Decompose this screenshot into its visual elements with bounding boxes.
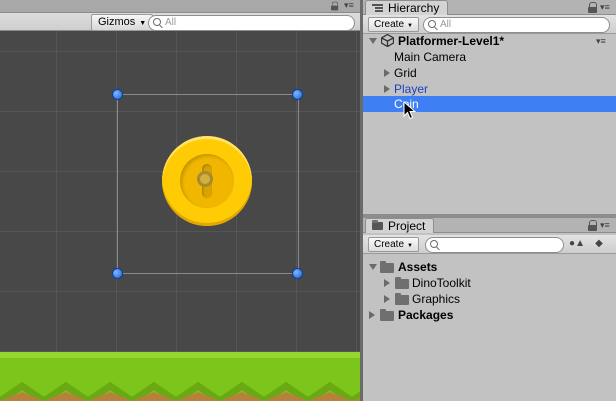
project-item-graphics[interactable]: Graphics <box>363 291 616 307</box>
folder-icon <box>380 309 394 321</box>
ground-grass-edge <box>0 352 360 358</box>
lock-icon[interactable] <box>330 1 339 11</box>
folder-icon <box>380 261 394 273</box>
folder-icon <box>395 293 409 305</box>
search-icon <box>428 20 436 28</box>
project-item-label: DinoToolkit <box>412 276 471 290</box>
hierarchy-item-player[interactable]: Player <box>363 81 616 97</box>
coin-sprite[interactable] <box>162 136 252 226</box>
project-item-label: Graphics <box>412 292 461 306</box>
project-tab-label: Project <box>388 219 426 233</box>
search-by-type-icon[interactable]: ●▲ <box>569 237 585 251</box>
rect-handle-top-left[interactable] <box>112 89 123 100</box>
search-by-label-icon[interactable]: ◆ <box>591 237 607 251</box>
folder-icon <box>395 277 409 289</box>
project-item-packages[interactable]: Packages <box>363 307 616 323</box>
hierarchy-search-input[interactable]: All <box>423 17 610 33</box>
rect-handle-bottom-right[interactable] <box>292 268 303 279</box>
project-toolbar: Create ▼ ●▲ ◆ <box>363 235 616 254</box>
pivot-icon[interactable] <box>197 171 213 187</box>
expand-arrow-icon[interactable] <box>369 38 377 44</box>
search-icon <box>430 240 438 248</box>
caret-down-icon: ▼ <box>139 20 147 27</box>
coin-inner-face <box>180 154 234 208</box>
scene-menu-icon[interactable]: ▾≡ <box>596 37 606 46</box>
unity-scene-icon <box>381 34 394 47</box>
ground-tiles <box>0 352 360 401</box>
project-item-dinotoolkit[interactable]: DinoToolkit <box>363 275 616 291</box>
project-search-input[interactable] <box>425 237 564 253</box>
ground-dirt-pattern <box>0 381 360 401</box>
scene-toolbar: ▾≡ Gizmos ▼ All <box>0 0 360 31</box>
project-create-button[interactable]: Create ▼ <box>368 237 419 252</box>
tab-project[interactable]: Project <box>365 218 435 233</box>
project-item-label: Packages <box>398 308 454 322</box>
hierarchy-search-placeholder: All <box>440 19 452 30</box>
expand-arrow-icon[interactable] <box>369 311 375 319</box>
scene-search-placeholder: All <box>165 17 177 28</box>
expand-arrow-icon[interactable] <box>369 264 377 270</box>
hierarchy-list-icon <box>372 4 383 12</box>
panel-menu-icon[interactable]: ▾≡ <box>600 3 610 12</box>
expand-arrow-icon[interactable] <box>384 85 390 93</box>
project-item-assets[interactable]: Assets <box>363 259 616 275</box>
scene-tab-strip: ▾≡ <box>0 0 360 13</box>
gizmos-dropdown[interactable]: Gizmos ▼ <box>91 14 154 31</box>
hierarchy-item-label: Main Camera <box>394 50 467 64</box>
lock-icon[interactable] <box>588 2 597 13</box>
hierarchy-item-grid[interactable]: Grid <box>363 65 616 81</box>
create-label: Create <box>374 239 405 250</box>
caret-down-icon: ▼ <box>407 23 413 29</box>
project-tab-bar: Project ▾≡ <box>363 218 616 233</box>
hierarchy-item-main-camera[interactable]: Main Camera <box>363 49 616 65</box>
hierarchy-item-label: Player <box>394 82 429 96</box>
panel-menu-icon[interactable]: ▾≡ <box>344 1 354 10</box>
expand-arrow-icon[interactable] <box>384 69 390 77</box>
gizmos-label: Gizmos <box>98 16 136 28</box>
folder-icon <box>372 220 383 230</box>
hierarchy-item-label: Grid <box>394 66 417 80</box>
caret-down-icon: ▼ <box>407 243 413 249</box>
lock-icon[interactable] <box>588 220 597 231</box>
expand-arrow-icon[interactable] <box>384 279 390 287</box>
panel-menu-icon[interactable]: ▾≡ <box>600 221 610 230</box>
scene-root-row[interactable]: Platformer-Level1* ▾≡ <box>363 33 616 49</box>
hierarchy-create-button[interactable]: Create ▼ <box>368 17 419 32</box>
scene-name: Platformer-Level1* <box>398 34 505 48</box>
rect-handle-top-right[interactable] <box>292 89 303 100</box>
create-label: Create <box>374 19 405 30</box>
mouse-cursor-icon <box>403 101 416 120</box>
rect-handle-bottom-left[interactable] <box>112 268 123 279</box>
scene-view[interactable]: ▾≡ Gizmos ▼ All <box>0 0 360 401</box>
search-icon <box>153 18 161 26</box>
expand-arrow-icon[interactable] <box>384 295 390 303</box>
hierarchy-toolbar: Create ▼ All <box>363 15 616 34</box>
hierarchy-tab-bar: Hierarchy ▾≡ <box>363 0 616 15</box>
hierarchy-tab-label: Hierarchy <box>388 1 440 15</box>
tab-hierarchy[interactable]: Hierarchy <box>365 0 449 15</box>
project-panel: Project ▾≡ Create ▼ ●▲ ◆ Assets DinoToolk… <box>363 218 616 401</box>
scene-search-input[interactable]: All <box>148 15 355 31</box>
hierarchy-panel: Hierarchy ▾≡ Create ▼ All Platformer-Leve… <box>363 0 616 214</box>
hierarchy-item-coin[interactable]: Coin <box>363 96 616 112</box>
project-item-label: Assets <box>398 260 438 274</box>
